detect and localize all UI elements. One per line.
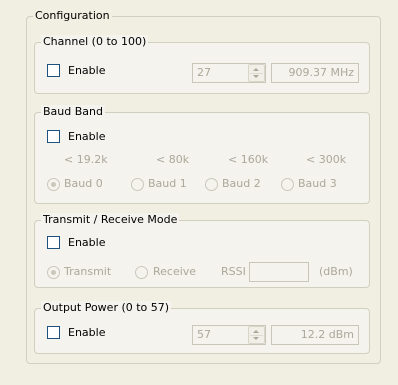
output-power-title: Output Power (0 to 57) <box>41 301 172 315</box>
channel-frequency-readout: 909.37 MHz <box>271 63 359 83</box>
output-power-group: Output Power (0 to 57) Enable 57 12.2 dB… <box>34 301 370 354</box>
transmit-radio[interactable] <box>47 266 60 279</box>
baud-band-title: Baud Band <box>41 105 105 119</box>
trx-mode-title: Transmit / Receive Mode <box>41 213 180 227</box>
baud-2-radio[interactable] <box>205 178 218 191</box>
spin-up-icon <box>253 68 259 71</box>
baud-rate-label-0: < 19.2k <box>64 153 108 166</box>
channel-spinner[interactable] <box>248 64 265 82</box>
rssi-value-field <box>249 262 309 282</box>
baud-1-radio[interactable] <box>131 178 144 191</box>
output-power-readout: 12.2 dBm <box>271 325 359 345</box>
channel-group: Channel (0 to 100) Enable 27 909.37 MHz <box>34 35 370 94</box>
channel-title: Channel (0 to 100) <box>41 35 149 49</box>
baud-band-enable-checkbox[interactable] <box>47 130 60 143</box>
baud-band-enable-label[interactable]: Enable <box>68 130 105 144</box>
baud-rate-label-2: < 160k <box>228 153 269 166</box>
rssi-unit-label: (dBm) <box>319 265 353 278</box>
trx-mode-group: Transmit / Receive Mode Enable Transmit … <box>34 213 370 288</box>
receive-radio[interactable] <box>135 266 148 279</box>
baud-1-label[interactable]: Baud 1 <box>148 177 187 191</box>
output-power-enable-label[interactable]: Enable <box>68 326 105 340</box>
channel-enable-checkbox[interactable] <box>47 64 60 77</box>
output-power-enable-checkbox[interactable] <box>47 326 60 339</box>
trx-mode-enable-label[interactable]: Enable <box>68 236 105 250</box>
baud-rate-label-3: < 300k <box>306 153 347 166</box>
baud-0-label[interactable]: Baud 0 <box>64 177 103 191</box>
baud-2-label[interactable]: Baud 2 <box>222 177 261 191</box>
spin-up-icon <box>253 330 259 333</box>
baud-3-radio[interactable] <box>281 178 294 191</box>
spin-down-icon <box>253 337 259 340</box>
channel-enable-label[interactable]: Enable <box>68 64 105 78</box>
receive-label[interactable]: Receive <box>153 265 196 279</box>
rssi-label: RSSI <box>221 265 246 278</box>
baud-3-label[interactable]: Baud 3 <box>298 177 337 191</box>
baud-rate-label-1: < 80k <box>156 153 190 166</box>
transmit-label[interactable]: Transmit <box>64 265 111 279</box>
spin-down-icon <box>253 75 259 78</box>
baud-0-radio[interactable] <box>47 178 60 191</box>
output-power-spinner[interactable] <box>248 326 265 344</box>
trx-mode-enable-checkbox[interactable] <box>47 236 60 249</box>
configuration-title: Configuration <box>33 9 112 23</box>
baud-band-group: Baud Band Enable < 19.2k < 80k < 160k < … <box>34 105 370 204</box>
